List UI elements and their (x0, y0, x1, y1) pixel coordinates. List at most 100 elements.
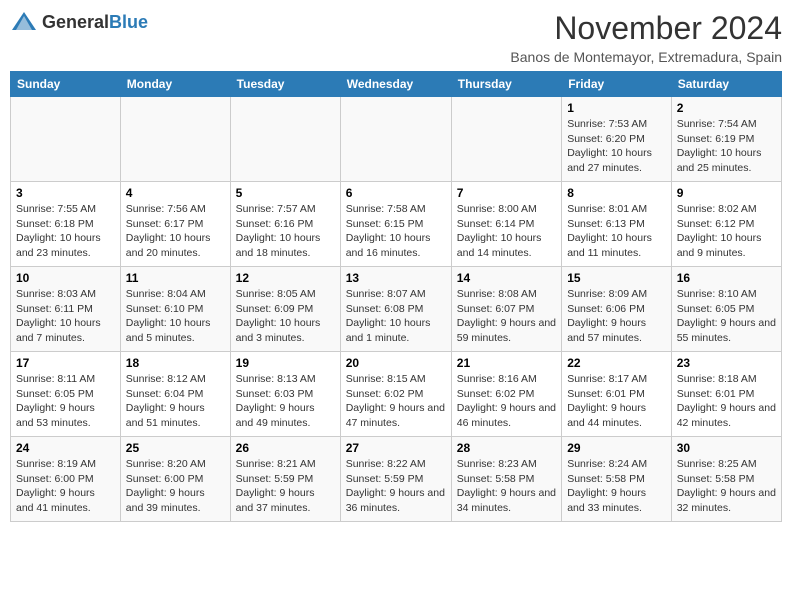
calendar-week-row: 3 Sunrise: 7:55 AMSunset: 6:18 PMDaylight… (11, 182, 782, 267)
day-info: Sunrise: 8:15 AMSunset: 6:02 PMDaylight:… (346, 372, 446, 431)
calendar-cell (230, 97, 340, 182)
day-info: Sunrise: 8:19 AMSunset: 6:00 PMDaylight:… (16, 457, 115, 516)
calendar-week-row: 10 Sunrise: 8:03 AMSunset: 6:11 PMDayligh… (11, 267, 782, 352)
day-info: Sunrise: 8:07 AMSunset: 6:08 PMDaylight:… (346, 287, 446, 346)
calendar-cell: 11 Sunrise: 8:04 AMSunset: 6:10 PMDayligh… (120, 267, 230, 352)
day-info: Sunrise: 7:55 AMSunset: 6:18 PMDaylight:… (16, 202, 115, 261)
logo-blue: Blue (109, 12, 148, 32)
calendar-cell: 3 Sunrise: 7:55 AMSunset: 6:18 PMDaylight… (11, 182, 121, 267)
day-number: 5 (236, 186, 335, 200)
location-subtitle: Banos de Montemayor, Extremadura, Spain (510, 49, 782, 65)
calendar-week-row: 24 Sunrise: 8:19 AMSunset: 6:00 PMDayligh… (11, 437, 782, 522)
day-info: Sunrise: 7:56 AMSunset: 6:17 PMDaylight:… (126, 202, 225, 261)
day-info: Sunrise: 8:08 AMSunset: 6:07 PMDaylight:… (457, 287, 556, 346)
day-number: 10 (16, 271, 115, 285)
calendar-cell: 5Sunrise: 7:57 AMSunset: 6:16 PMDaylight… (230, 182, 340, 267)
day-number: 6 (346, 186, 446, 200)
day-number: 26 (236, 441, 335, 455)
day-info: Sunrise: 8:25 AMSunset: 5:58 PMDaylight:… (677, 457, 776, 516)
day-info: Sunrise: 8:02 AMSunset: 6:12 PMDaylight:… (677, 202, 776, 261)
page-header: GeneralBlue November 2024 Banos de Monte… (10, 10, 782, 65)
calendar-cell: 2 Sunrise: 7:54 AMSunset: 6:19 PMDaylight… (671, 97, 781, 182)
calendar-cell: 16Sunrise: 8:10 AMSunset: 6:05 PMDayligh… (671, 267, 781, 352)
day-info: Sunrise: 8:01 AMSunset: 6:13 PMDaylight:… (567, 202, 666, 261)
day-number: 25 (126, 441, 225, 455)
day-info: Sunrise: 8:22 AMSunset: 5:59 PMDaylight:… (346, 457, 446, 516)
calendar-cell: 20 Sunrise: 8:15 AMSunset: 6:02 PMDayligh… (340, 352, 451, 437)
day-info: Sunrise: 8:18 AMSunset: 6:01 PMDaylight:… (677, 372, 776, 431)
logo: GeneralBlue (10, 10, 148, 34)
day-info: Sunrise: 8:13 AMSunset: 6:03 PMDaylight:… (236, 372, 335, 431)
day-info: Sunrise: 8:04 AMSunset: 6:10 PMDaylight:… (126, 287, 225, 346)
calendar-header-row: SundayMondayTuesdayWednesdayThursdayFrid… (11, 72, 782, 97)
day-number: 21 (457, 356, 556, 370)
day-info: Sunrise: 8:17 AMSunset: 6:01 PMDaylight:… (567, 372, 666, 431)
day-number: 7 (457, 186, 556, 200)
col-header-sunday: Sunday (11, 72, 121, 97)
col-header-friday: Friday (562, 72, 672, 97)
calendar-cell (340, 97, 451, 182)
day-info: Sunrise: 8:16 AMSunset: 6:02 PMDaylight:… (457, 372, 556, 431)
day-number: 14 (457, 271, 556, 285)
day-info: Sunrise: 8:12 AMSunset: 6:04 PMDaylight:… (126, 372, 225, 431)
calendar-cell (451, 97, 561, 182)
col-header-wednesday: Wednesday (340, 72, 451, 97)
logo-icon (10, 10, 38, 34)
calendar-cell: 14 Sunrise: 8:08 AMSunset: 6:07 PMDayligh… (451, 267, 561, 352)
day-info: Sunrise: 8:00 AMSunset: 6:14 PMDaylight:… (457, 202, 556, 261)
day-info: Sunrise: 7:58 AMSunset: 6:15 PMDaylight:… (346, 202, 446, 261)
day-number: 19 (236, 356, 335, 370)
day-number: 22 (567, 356, 666, 370)
title-area: November 2024 Banos de Montemayor, Extre… (510, 10, 782, 65)
calendar-week-row: 1 Sunrise: 7:53 AMSunset: 6:20 PMDaylight… (11, 97, 782, 182)
day-number: 30 (677, 441, 776, 455)
day-number: 1 (567, 101, 666, 115)
day-info: Sunrise: 8:24 AMSunset: 5:58 PMDaylight:… (567, 457, 666, 516)
col-header-saturday: Saturday (671, 72, 781, 97)
calendar-cell: 19 Sunrise: 8:13 AMSunset: 6:03 PMDayligh… (230, 352, 340, 437)
day-number: 9 (677, 186, 776, 200)
day-number: 16 (677, 271, 776, 285)
logo-general: General (42, 12, 109, 32)
day-info: Sunrise: 8:20 AMSunset: 6:00 PMDaylight:… (126, 457, 225, 516)
day-number: 8 (567, 186, 666, 200)
day-info: Sunrise: 8:11 AMSunset: 6:05 PMDaylight:… (16, 372, 115, 431)
day-number: 27 (346, 441, 446, 455)
calendar-cell: 28Sunrise: 8:23 AMSunset: 5:58 PMDayligh… (451, 437, 561, 522)
day-number: 11 (126, 271, 225, 285)
calendar-cell: 12 Sunrise: 8:05 AMSunset: 6:09 PMDayligh… (230, 267, 340, 352)
calendar-cell: 21 Sunrise: 8:16 AMSunset: 6:02 PMDayligh… (451, 352, 561, 437)
calendar-cell: 22 Sunrise: 8:17 AMSunset: 6:01 PMDayligh… (562, 352, 672, 437)
calendar-table: SundayMondayTuesdayWednesdayThursdayFrid… (10, 71, 782, 522)
calendar-cell: 8 Sunrise: 8:01 AMSunset: 6:13 PMDaylight… (562, 182, 672, 267)
day-info: Sunrise: 7:54 AMSunset: 6:19 PMDaylight:… (677, 117, 776, 176)
day-info: Sunrise: 8:05 AMSunset: 6:09 PMDaylight:… (236, 287, 335, 346)
col-header-tuesday: Tuesday (230, 72, 340, 97)
day-number: 2 (677, 101, 776, 115)
day-number: 23 (677, 356, 776, 370)
calendar-cell: 24 Sunrise: 8:19 AMSunset: 6:00 PMDayligh… (11, 437, 121, 522)
calendar-cell: 6 Sunrise: 7:58 AMSunset: 6:15 PMDaylight… (340, 182, 451, 267)
day-number: 15 (567, 271, 666, 285)
day-number: 24 (16, 441, 115, 455)
day-number: 12 (236, 271, 335, 285)
calendar-cell: 13Sunrise: 8:07 AMSunset: 6:08 PMDayligh… (340, 267, 451, 352)
calendar-cell: 25 Sunrise: 8:20 AMSunset: 6:00 PMDayligh… (120, 437, 230, 522)
calendar-cell: 29 Sunrise: 8:24 AMSunset: 5:58 PMDayligh… (562, 437, 672, 522)
day-info: Sunrise: 8:09 AMSunset: 6:06 PMDaylight:… (567, 287, 666, 346)
month-title: November 2024 (510, 10, 782, 47)
day-info: Sunrise: 8:03 AMSunset: 6:11 PMDaylight:… (16, 287, 115, 346)
calendar-cell: 15 Sunrise: 8:09 AMSunset: 6:06 PMDayligh… (562, 267, 672, 352)
day-number: 4 (126, 186, 225, 200)
calendar-cell: 1 Sunrise: 7:53 AMSunset: 6:20 PMDaylight… (562, 97, 672, 182)
calendar-cell: 9 Sunrise: 8:02 AMSunset: 6:12 PMDaylight… (671, 182, 781, 267)
calendar-cell: 7 Sunrise: 8:00 AMSunset: 6:14 PMDaylight… (451, 182, 561, 267)
day-number: 18 (126, 356, 225, 370)
day-number: 20 (346, 356, 446, 370)
calendar-week-row: 17Sunrise: 8:11 AMSunset: 6:05 PMDayligh… (11, 352, 782, 437)
day-number: 3 (16, 186, 115, 200)
calendar-cell: 23 Sunrise: 8:18 AMSunset: 6:01 PMDayligh… (671, 352, 781, 437)
day-info: Sunrise: 8:21 AMSunset: 5:59 PMDaylight:… (236, 457, 335, 516)
day-info: Sunrise: 7:53 AMSunset: 6:20 PMDaylight:… (567, 117, 666, 176)
day-number: 29 (567, 441, 666, 455)
